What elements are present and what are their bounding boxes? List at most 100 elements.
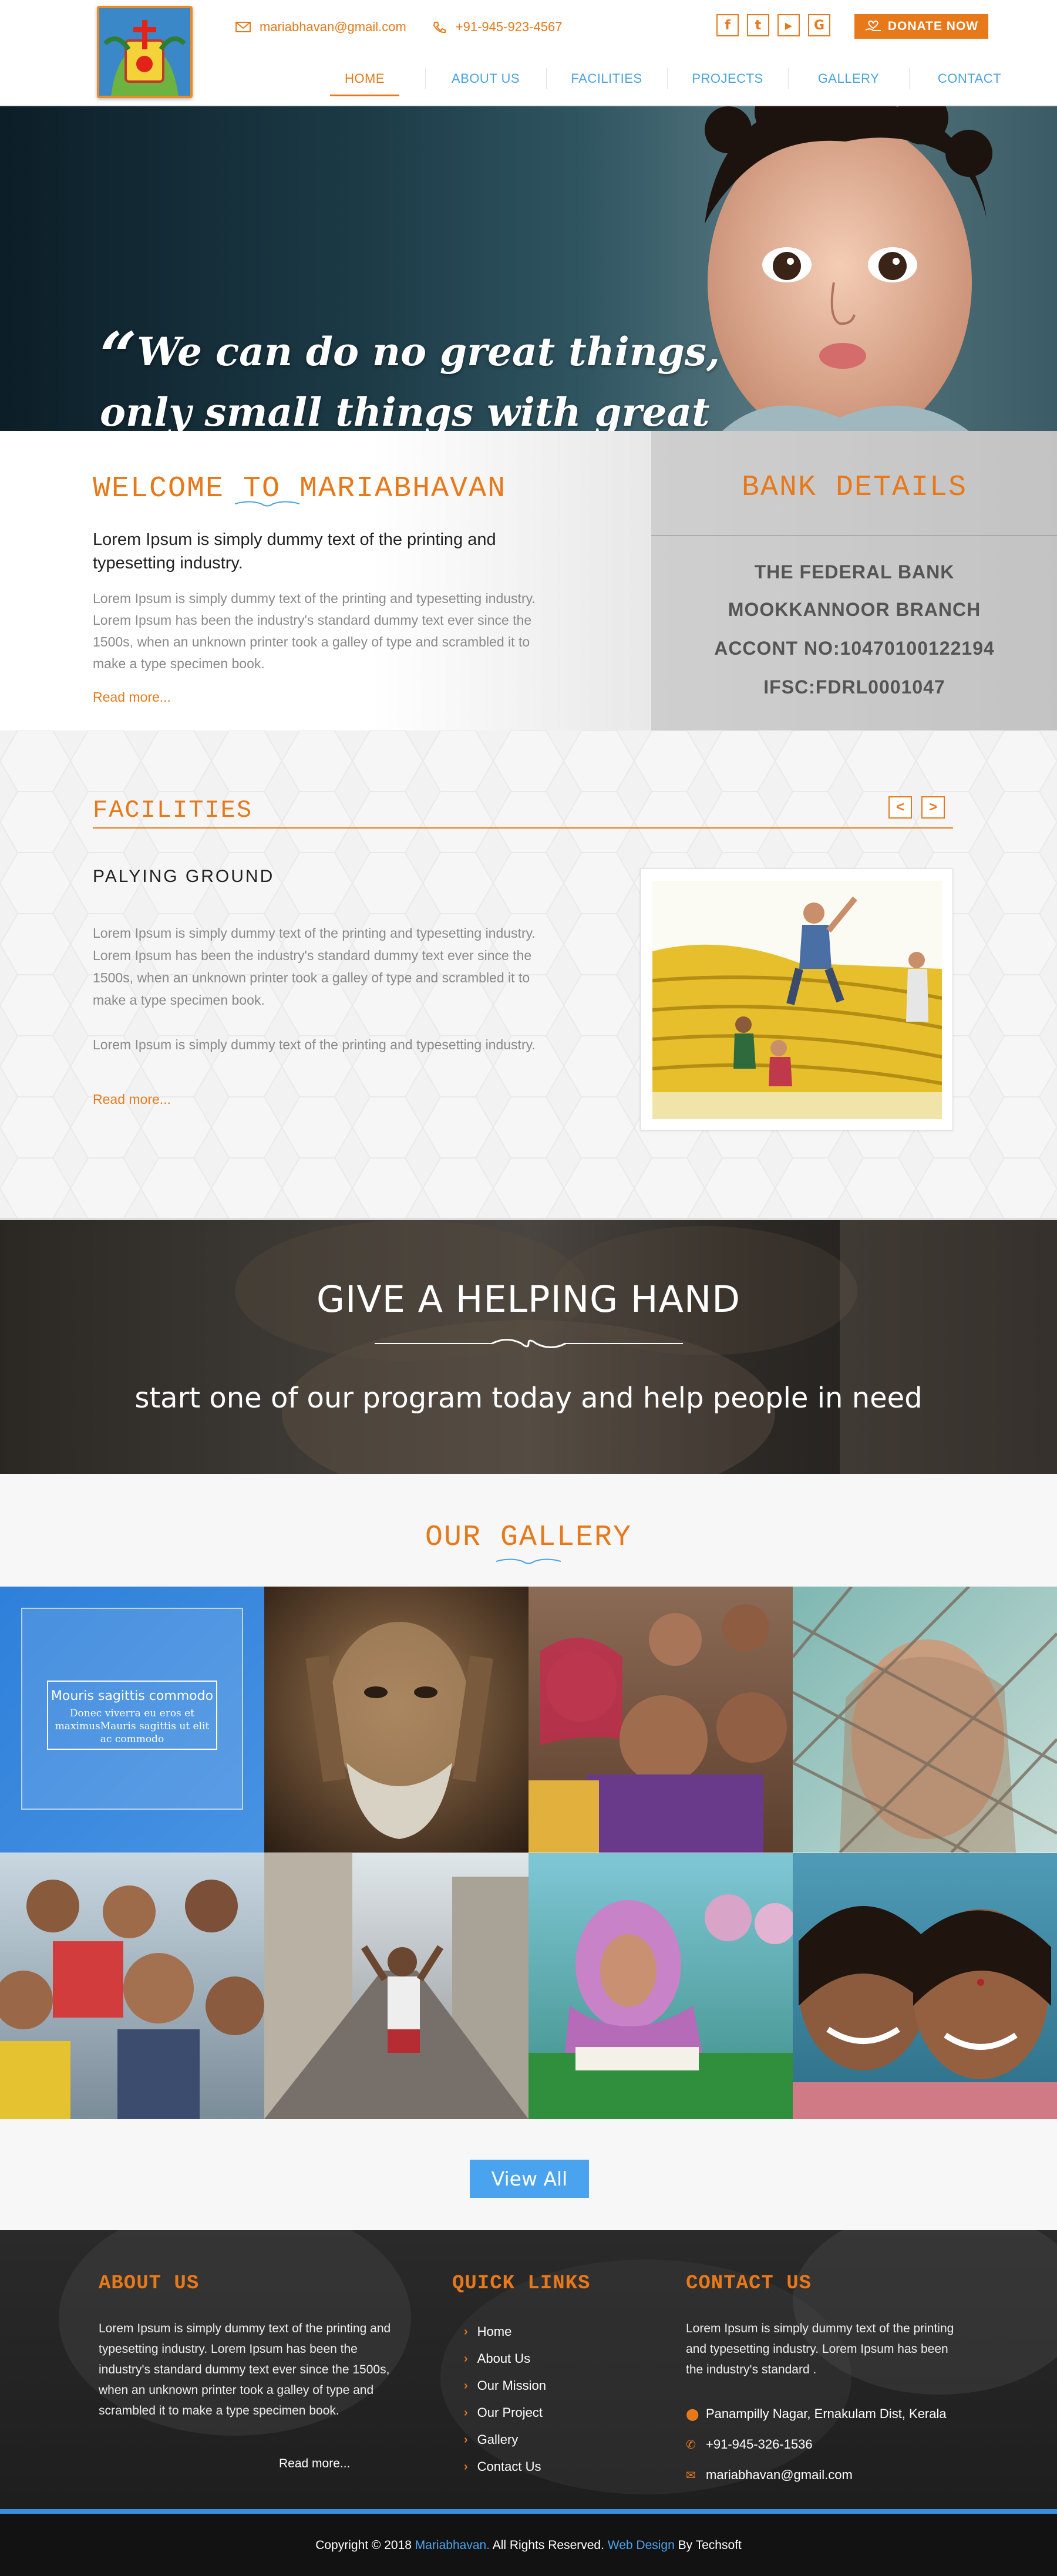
gallery-item[interactable] (264, 1853, 528, 2119)
bank-account: ACCONT NO:10470100122194 (714, 638, 995, 659)
phone-icon: ✆ (686, 2438, 696, 2452)
hand-heart-icon (865, 20, 881, 31)
swirl-divider-icon (235, 501, 299, 507)
hero-banner: “We can do no great things, only small t… (0, 106, 1057, 431)
facilities-section: FACILITIES < > PALYING GROUND Lorem Ipsu… (0, 730, 1057, 1218)
quick-links-list: › Home › About Us › Our Mission › Our Projec… (464, 2318, 546, 2480)
chevron-right-icon: › (464, 2406, 468, 2419)
header-phone[interactable]: +91-945-923-4567 (431, 19, 563, 35)
copyright-bar: Copyright © 2018 Mariabhavan. All Rights… (0, 2509, 1057, 2576)
quick-link-gallery[interactable]: › Gallery (464, 2426, 546, 2453)
footer-read-more-link[interactable]: Read more... (279, 2453, 350, 2474)
site-logo[interactable] (97, 6, 193, 98)
nav-gallery[interactable]: GALLERY (788, 63, 909, 96)
youtube-icon[interactable]: ▶ (777, 14, 800, 36)
copyright-prefix: Copyright © 2018 (315, 2538, 415, 2552)
chevron-right-icon: › (464, 2379, 468, 2392)
header-phone-text: +91-945-923-4567 (455, 19, 563, 34)
google-plus-icon[interactable]: G (808, 14, 830, 36)
bank-details-panel: BANK DETAILS THE FEDERAL BANK MOOKKANNOO… (651, 431, 1057, 730)
facility-description-2: Lorem Ipsum is simply dummy text of the … (93, 1037, 536, 1052)
gallery-grid: Mouris sagittis commodo Donec viverra eu… (0, 1587, 1057, 2119)
gallery-item[interactable] (264, 1587, 528, 1853)
helping-hand-subtitle: start one of our program today and help … (134, 1382, 923, 1415)
helping-hand-banner: GIVE A HELPING HAND start one of our pro… (0, 1218, 1057, 1474)
nav-projects[interactable]: PROJECTS (667, 63, 788, 96)
phone-icon (433, 22, 446, 33)
quick-link-label: Our Mission (477, 2378, 547, 2393)
view-all-button[interactable]: View All (470, 2160, 589, 2198)
chevron-right-icon: › (464, 2325, 468, 2338)
footer-links-title: QUICK LINKS (452, 2272, 591, 2295)
ornament-divider-icon (375, 1339, 683, 1348)
chevron-right-icon: › (464, 2352, 468, 2365)
facility-description-1: Lorem Ipsum is simply dummy text of the … (93, 925, 536, 1008)
copyright-middle: All Rights Reserved. (490, 2538, 608, 2552)
quick-link-label: Home (477, 2324, 512, 2339)
welcome-title: WELCOME TO MARIABHAVAN (93, 472, 507, 506)
welcome-section: WELCOME TO MARIABHAVAN Lorem Ipsum is si… (0, 431, 1057, 730)
playground-photo[interactable] (652, 881, 942, 1119)
envelope-icon: ✉ (686, 2469, 696, 2482)
welcome-lead: Lorem Ipsum is simply dummy text of the … (93, 530, 496, 573)
quote-line-2: only small things with great love. (100, 389, 710, 431)
chevron-right-icon: › (464, 2433, 468, 2446)
facebook-icon[interactable]: f (716, 14, 739, 36)
welcome-body: Lorem Ipsum is simply dummy text of the … (93, 591, 536, 671)
donate-button[interactable]: DONATE NOW (854, 14, 988, 39)
footer-phone-text: +91-945-326-1536 (706, 2437, 813, 2452)
quick-link-label: Contact Us (477, 2459, 541, 2474)
twitter-icon[interactable]: t (747, 14, 769, 36)
open-quote-mark: “ (100, 318, 137, 393)
helping-hand-title: GIVE A HELPING HAND (316, 1278, 741, 1321)
contact-bar: mariabhavan@gmail.com +91-945-923-4567 (235, 15, 562, 39)
gallery-hover-overlay[interactable]: Mouris sagittis commodo Donec viverra eu… (0, 1587, 264, 1853)
quick-link-contact[interactable]: › Contact Us (464, 2453, 546, 2480)
welcome-read-more-link[interactable]: Read more... (93, 689, 171, 705)
web-design-link[interactable]: Web Design (608, 2538, 675, 2552)
facilities-prev-button[interactable]: < (888, 796, 912, 819)
quick-link-label: About Us (477, 2351, 531, 2366)
header-email-text: mariabhavan@gmail.com (260, 19, 406, 34)
overlay-caption: Mouris sagittis commodo Donec viverra eu… (47, 1681, 217, 1750)
facilities-read-more-link[interactable]: Read more... (93, 1092, 171, 1107)
gallery-item[interactable] (793, 1587, 1057, 1853)
gallery-item[interactable] (528, 1853, 793, 2119)
chevron-right-icon: › (464, 2460, 468, 2473)
gallery-item[interactable] (528, 1587, 793, 1853)
facilities-next-button[interactable]: > (921, 796, 945, 819)
main-nav: HOME ABOUT US FACILITIES PROJECTS GALLER… (304, 63, 1030, 96)
footer-contact-title: CONTACT US (686, 2272, 812, 2295)
footer-phone[interactable]: ✆ +91-945-326-1536 (686, 2437, 813, 2452)
quick-link-label: Our Project (477, 2405, 543, 2420)
quote-line-1: We can do no great things, (137, 329, 720, 375)
facility-photo-frame (640, 868, 953, 1130)
gallery-item[interactable]: Mouris sagittis commodo Donec viverra eu… (0, 1587, 264, 1853)
copyright-text: Copyright © 2018 Mariabhavan. All Rights… (0, 2538, 1057, 2553)
social-links: f t ▶ G (716, 14, 830, 36)
header-email[interactable]: mariabhavan@gmail.com (235, 19, 406, 35)
copyright-suffix: By Techsoft (674, 2538, 742, 2552)
copyright-brand-link[interactable]: Mariabhavan. (415, 2538, 490, 2552)
bank-title: BANK DETAILS (741, 471, 968, 504)
footer-address: ⬤ Panampilly Nagar, Ernakulam Dist, Keral… (686, 2406, 947, 2422)
bank-ifsc: IFSC:FDRL0001047 (763, 676, 945, 698)
envelope-icon (235, 22, 251, 32)
gallery-item[interactable] (793, 1853, 1057, 2119)
quick-link-project[interactable]: › Our Project (464, 2399, 546, 2426)
quick-link-about[interactable]: › About Us (464, 2345, 546, 2372)
gallery-item[interactable] (0, 1853, 264, 2119)
facility-name: PALYING GROUND (93, 867, 275, 886)
nav-home[interactable]: HOME (304, 63, 425, 96)
footer-email[interactable]: ✉ mariabhavan@gmail.com (686, 2467, 853, 2483)
facilities-title: FACILITIES (93, 796, 253, 824)
nav-facilities[interactable]: FACILITIES (546, 63, 667, 96)
nav-about-us[interactable]: ABOUT US (425, 63, 546, 96)
facilities-divider (93, 827, 953, 829)
quick-link-mission[interactable]: › Our Mission (464, 2372, 546, 2399)
quick-link-home[interactable]: › Home (464, 2318, 546, 2345)
gallery-title: OUR GALLERY (425, 1521, 632, 1554)
bank-branch: MOOKKANNOOR BRANCH (728, 599, 981, 620)
nav-contact[interactable]: CONTACT (909, 63, 1030, 96)
quick-link-label: Gallery (477, 2432, 519, 2447)
